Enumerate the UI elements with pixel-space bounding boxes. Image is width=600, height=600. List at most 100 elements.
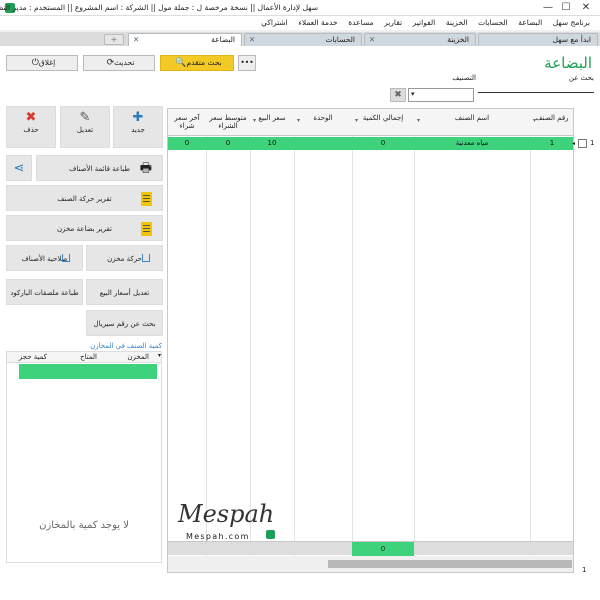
grid-column-divider	[294, 109, 295, 572]
edit-sale-prices-button[interactable]: تعديل أسعار البيع	[86, 279, 163, 305]
menu-goods[interactable]: البضاعة	[514, 16, 546, 30]
add-tab-button[interactable]: +	[104, 34, 124, 45]
cell-unit	[294, 137, 352, 150]
tray-icon	[62, 254, 70, 262]
store-movement-button[interactable]: حركة مخزن	[86, 245, 163, 271]
tab-accounts[interactable]: الحسابات ✕	[244, 33, 362, 46]
stock-header-reserved: كمية حجز	[18, 353, 47, 361]
clear-filter-button[interactable]: ✖	[390, 88, 406, 102]
close-tab-icon[interactable]: ✕	[249, 34, 255, 46]
watermark-logo: Mespah Mespah.com	[178, 500, 278, 550]
horizontal-scrollbar[interactable]	[168, 556, 573, 572]
search-input[interactable]	[478, 92, 594, 93]
menu-customer-service[interactable]: خدمة العملاء	[294, 16, 341, 30]
cell-avg-buy-price: 0	[225, 139, 231, 147]
header-total-qty[interactable]: ▾ إجمالي الكمية	[352, 109, 414, 136]
print-items-list-button[interactable]: 🖶 طباعة قائمة الأصناف	[36, 155, 163, 181]
close-tab-icon[interactable]: ✕	[133, 34, 139, 46]
menu-accounts[interactable]: الحسابات	[474, 16, 512, 30]
tab-start[interactable]: ابدأ مع سهل	[478, 33, 598, 46]
header-unit[interactable]: ▾ الوحدة	[294, 109, 352, 136]
row-number: 1	[590, 139, 595, 147]
sort-icon: ▾	[297, 117, 301, 124]
tab-strip: ابدأ مع سهل الخزينة ✕ الحسابات ✕ البضاعة…	[0, 32, 600, 46]
row-checkbox[interactable]	[578, 139, 587, 148]
header-item-name[interactable]: ▾ اسم الصنف	[414, 109, 530, 136]
row-expander-icon[interactable]: ◂	[572, 140, 575, 147]
new-item-button[interactable]: ✚ جديد	[113, 106, 163, 148]
more-options-button[interactable]: •••	[238, 55, 256, 71]
sort-icon: ▾	[253, 117, 257, 124]
summary-total-qty: 0	[352, 542, 414, 556]
menu-app[interactable]: برنامج سهل	[549, 16, 594, 30]
header-item-number[interactable]: ▾ رقم الصنف	[530, 109, 574, 136]
search-label: بحث عن	[568, 74, 594, 82]
cell-last-buy-price: 0	[184, 139, 190, 147]
tab-goods[interactable]: البضاعة ✕	[128, 33, 242, 46]
category-select[interactable]: ▾	[408, 88, 474, 102]
delete-item-button[interactable]: ✖ حذف	[6, 106, 56, 148]
delete-x-icon: ✖	[25, 110, 37, 125]
printer-icon: 🖶	[139, 161, 152, 176]
close-tab-icon[interactable]: ✕	[369, 34, 375, 46]
refresh-button[interactable]: ⟳تحديث	[83, 55, 155, 71]
tray-icon	[142, 254, 150, 262]
header-last-buy-price[interactable]: آخر سعر شراء	[168, 109, 206, 136]
category-label: التصنيف	[452, 74, 476, 82]
stock-in-stores-link[interactable]: كمية الصنف في المخازن	[6, 342, 162, 350]
advanced-search-button[interactable]: 🔍بحث متقدم	[160, 55, 234, 71]
report-icon	[141, 222, 152, 236]
stock-header-available: المتاح	[80, 353, 97, 361]
search-icon: 🔍	[175, 58, 187, 68]
header-avg-buy-price[interactable]: متوسط سعر الشراء	[206, 109, 250, 136]
pencil-icon: ✎	[79, 110, 91, 125]
title-bar: سهل لإدارة الأعمال || نسخة مرخصة ل : جمل…	[0, 0, 600, 16]
stock-header-store: المخزن	[127, 353, 149, 361]
minimize-button[interactable]: —	[540, 1, 556, 15]
sort-icon: ▾	[417, 117, 421, 124]
cell-total-qty: 0	[380, 139, 386, 147]
cell-sale-price: 10	[267, 139, 277, 147]
watermark-url: Mespah.com	[186, 532, 250, 541]
watermark-badge-icon	[266, 530, 275, 539]
tab-treasury[interactable]: الخزينة ✕	[364, 33, 476, 46]
store-stock-report-button[interactable]: تقرير بضاعة مخزن	[6, 215, 163, 241]
more-dots-icon: •••	[240, 58, 254, 67]
menu-subscription[interactable]: اشتراكي	[257, 16, 292, 30]
plus-icon: ✚	[132, 110, 144, 125]
close-window-button[interactable]: ✕	[578, 1, 594, 15]
maximize-button[interactable]: ☐	[558, 1, 574, 15]
menu-invoices[interactable]: الفواتير	[409, 16, 440, 30]
scrollbar-thumb[interactable]	[328, 560, 572, 568]
header-sale-price[interactable]: ▾ سعر البيع	[250, 109, 294, 136]
item-movement-report-button[interactable]: تقرير حركة الصنف	[6, 185, 163, 211]
clear-x-icon: ✖	[394, 90, 402, 100]
refresh-icon: ⟳	[106, 58, 115, 68]
grid-column-divider	[530, 109, 531, 572]
share-button[interactable]: ⋖	[6, 155, 32, 181]
share-icon: ⋖	[13, 161, 25, 176]
menu-help[interactable]: مساعدة	[344, 16, 377, 30]
sort-icon: ▾	[533, 117, 537, 124]
table-row[interactable]: 1 مياه معدنية 0 10 0 0	[168, 137, 573, 150]
grid-column-divider	[414, 109, 415, 572]
power-icon: ⏻	[31, 58, 39, 68]
page-title: البضاعة	[544, 54, 592, 72]
stock-row[interactable]	[19, 364, 157, 379]
chevron-down-icon[interactable]: ▾	[158, 352, 161, 359]
sort-icon: ▾	[355, 117, 359, 124]
close-button[interactable]: ⏻إغلاق	[6, 55, 78, 71]
cell-item-name: مياه معدنية	[455, 139, 489, 147]
menu-treasury[interactable]: الخزينة	[442, 16, 472, 30]
stock-grid[interactable]: المخزن المتاح كمية حجز ▾	[6, 351, 162, 563]
main-content: ⏻إغلاق ⟳تحديث 🔍بحث متقدم ••• البضاعة بحث…	[0, 46, 600, 600]
grid-column-divider	[352, 109, 353, 572]
edit-item-button[interactable]: ✎ تعديل	[60, 106, 110, 148]
cell-item-number: 1	[549, 139, 555, 147]
print-barcode-labels-button[interactable]: طباعة ملصقات الباركود	[6, 279, 83, 305]
menu-reports[interactable]: تقارير	[380, 16, 406, 30]
signature-logo: Mespah	[178, 500, 275, 528]
serial-search-button[interactable]: بحث عن رقم سيريال	[86, 310, 163, 336]
items-validity-button[interactable]: صلاحية الأصناف	[6, 245, 83, 271]
empty-stock-message: لا يوجد كمية بالمخازن	[39, 520, 129, 531]
